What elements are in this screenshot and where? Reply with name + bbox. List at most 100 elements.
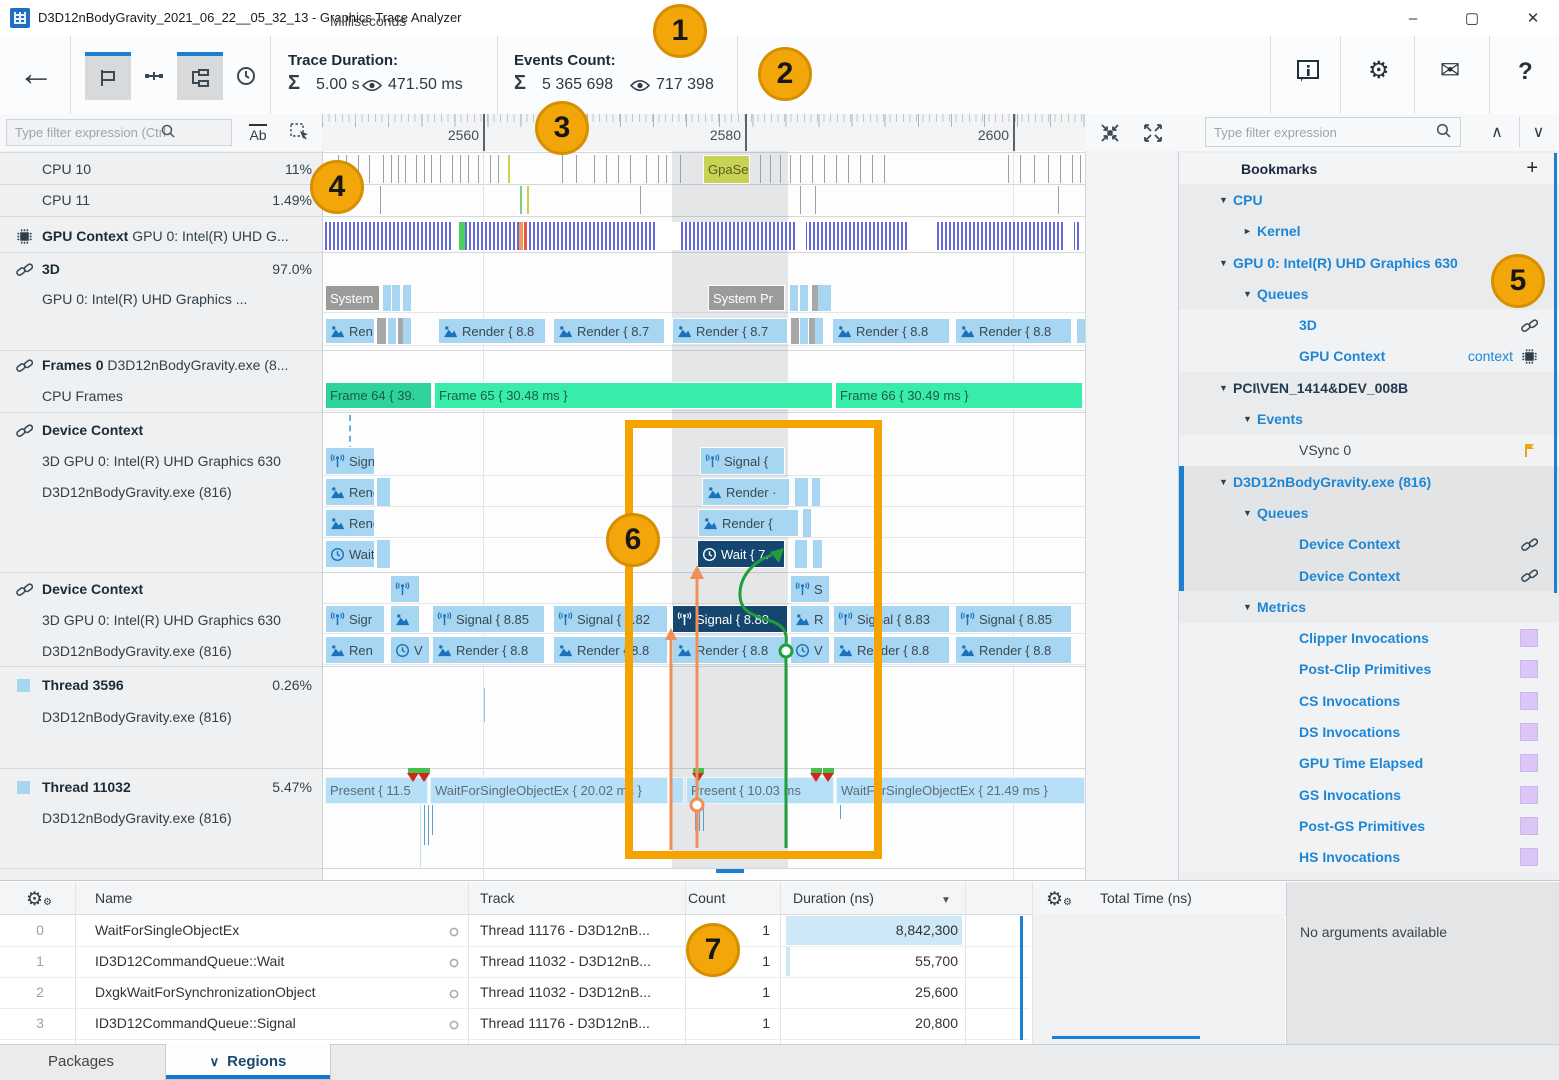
left-filter-input[interactable]: Type filter expression (Ctrl	[6, 119, 232, 146]
gpu-context-activity[interactable]	[325, 222, 1085, 250]
tab-regions[interactable]: ∨ Regions	[165, 1044, 331, 1080]
track-label-3d-gpu-0-intel-r-uhd-graphics-630[interactable]: 3D GPU 0: Intel(R) UHD Graphics 630	[0, 609, 322, 631]
timeline-event-frame-66-30-49-ms[interactable]: Frame 66 { 30.49 ms }	[835, 382, 1083, 409]
sidebar-item-pci-ven-1414-dev-008b[interactable]: ▼PCI\VEN_1414&DEV_008B	[1179, 372, 1559, 403]
timeline-event[interactable]	[815, 318, 823, 344]
timeline-event[interactable]	[377, 318, 386, 344]
timeline-event-v[interactable]: V	[390, 636, 430, 664]
table-row-waitforsingleobjectex[interactable]: 0WaitForSingleObjectExThread 11176 - D3D…	[0, 915, 1030, 947]
timeline-event-s[interactable]: S	[790, 575, 830, 603]
sidebar-item-post-clip-primitives[interactable]: Post-Clip Primitives	[1179, 654, 1559, 685]
sidebar-item-device-context[interactable]: Device Context	[1179, 560, 1559, 591]
timeline-event-sign[interactable]: Sign	[325, 447, 375, 475]
chevron-down-icon[interactable]: ▼	[1219, 477, 1233, 487]
timeline-event[interactable]	[795, 478, 808, 506]
minimize-button[interactable]: –	[1398, 8, 1428, 30]
maximize-button[interactable]: ▢	[1457, 8, 1487, 30]
timeline-event-render-8-7[interactable]: Render { 8.7	[672, 318, 788, 344]
timeline-event-signal[interactable]: Signal {	[700, 447, 785, 475]
prev-match-button[interactable]: ∧	[1478, 117, 1516, 147]
context-link[interactable]: context	[1468, 348, 1513, 364]
timeline-event-r[interactable]: R	[790, 605, 830, 633]
track-label-device-context[interactable]: Device Context	[0, 578, 322, 600]
timeline-event-render[interactable]: Render {	[698, 509, 799, 537]
close-button[interactable]: ✕	[1518, 8, 1548, 30]
track-label-frames-0[interactable]: Frames 0 D3D12nBodyGravity.exe (8...	[0, 354, 322, 376]
sidebar-item-metrics[interactable]: ▼Metrics	[1179, 591, 1559, 622]
sidebar-item-kernel[interactable]: ►Kernel	[1179, 216, 1559, 247]
track-label-cpu-frames[interactable]: CPU Frames	[0, 385, 322, 407]
timeline-event[interactable]	[388, 318, 396, 344]
track-label-3d-gpu-0-intel-r-uhd-graphics-630[interactable]: 3D GPU 0: Intel(R) UHD Graphics 630	[0, 450, 322, 472]
sidebar-item-events[interactable]: ▼Events	[1179, 403, 1559, 434]
match-case-button[interactable]: Ab	[240, 118, 276, 148]
visibility-icon[interactable]	[448, 925, 460, 941]
track-label-device-context[interactable]: Device Context	[0, 419, 322, 441]
chevron-down-icon[interactable]: ▼	[1243, 289, 1257, 299]
table-scrollbar[interactable]	[1020, 916, 1023, 1040]
track-label-thread-3596[interactable]: Thread 35960.26%	[0, 674, 322, 696]
sidebar-item-vsync-0[interactable]: VSync 0	[1179, 435, 1559, 466]
link-icon[interactable]	[1521, 567, 1538, 584]
view-markers-button[interactable]	[85, 52, 131, 100]
track-label-d3d12nbodygravity-exe-816-[interactable]: D3D12nBodyGravity.exe (816)	[0, 807, 322, 829]
timeline-event-ren[interactable]: Ren	[325, 636, 385, 664]
timeline-event[interactable]	[790, 285, 798, 311]
zoom-fit-button[interactable]	[1090, 117, 1130, 148]
region-select-button[interactable]	[282, 118, 318, 148]
chevron-down-icon[interactable]: ▼	[1219, 258, 1233, 268]
visibility-icon[interactable]	[448, 956, 460, 972]
timeline-event[interactable]	[403, 318, 411, 344]
timeline-event[interactable]	[813, 540, 822, 568]
timeline-event[interactable]	[795, 540, 807, 568]
sidebar-item-ds-invocations[interactable]: DS Invocations	[1179, 716, 1559, 747]
col-name[interactable]: Name	[95, 890, 132, 906]
track-label-3d[interactable]: 3D97.0%	[0, 258, 322, 280]
timeline-event[interactable]	[791, 318, 799, 344]
feedback-mail-icon[interactable]: ✉	[1440, 56, 1460, 85]
timeline-event-signal-8-82[interactable]: Signal { 8.82	[553, 605, 668, 633]
track-label-thread-11032[interactable]: Thread 110325.47%	[0, 776, 322, 798]
timeline-event-ren[interactable]: Ren	[325, 318, 375, 344]
timeline-event-renc[interactable]: Renc	[325, 478, 375, 506]
timeline-event[interactable]	[390, 605, 420, 633]
timeline-event-frame-64-39[interactable]: Frame 64 { 39.	[325, 382, 432, 409]
table-row-id3d12commandqueue-signal[interactable]: 3ID3D12CommandQueue::SignalThread 11176 …	[0, 1008, 1030, 1040]
timeline-event[interactable]	[377, 540, 390, 568]
timeline-event-render[interactable]: Render ·	[702, 478, 790, 506]
sidebar-item-cpu[interactable]: ▼CPU	[1179, 184, 1559, 215]
timeline-event-renc[interactable]: Renc	[325, 509, 375, 537]
col-duration[interactable]: Duration (ns)	[793, 890, 874, 906]
chevron-down-icon[interactable]: ▼	[1243, 414, 1257, 424]
sidebar-item-hs-invocations[interactable]: HS Invocations	[1179, 842, 1559, 873]
settings-gear-icon[interactable]: ⚙	[1368, 56, 1390, 85]
timeline-ruler[interactable]: 256025802600	[322, 114, 1085, 151]
timeline-event[interactable]	[812, 478, 820, 506]
timeline-event-render-8-8[interactable]: Render { 8.8	[553, 636, 668, 664]
sidebar-item-post-gs-primitives[interactable]: Post-GS Primitives	[1179, 810, 1559, 841]
timeline-event[interactable]	[377, 478, 390, 506]
total-gear-icon[interactable]: ⚙⚙	[1046, 888, 1072, 911]
timeline-event-frame-65-30-48-ms[interactable]: Frame 65 { 30.48 ms }	[434, 382, 833, 409]
timeline-event[interactable]	[1076, 318, 1085, 344]
timeline-event-signal-8-85[interactable]: Signal { 8.85	[955, 605, 1072, 633]
timeline-event-render-8-8[interactable]: Render { 8.8	[832, 318, 950, 344]
timeline-event[interactable]	[823, 285, 831, 311]
track-label-cpu-10[interactable]: CPU 1011%	[0, 158, 322, 180]
view-connections-button[interactable]	[131, 52, 177, 100]
timeline-event-render-8-8[interactable]: Render { 8.8	[955, 636, 1072, 664]
sidebar-item-queues[interactable]: ▼Queues	[1179, 497, 1559, 528]
chevron-down-icon[interactable]: ▼	[1219, 195, 1233, 205]
col-total-time[interactable]: Total Time (ns)	[1100, 890, 1192, 906]
sort-desc-icon[interactable]: ▼	[941, 895, 951, 906]
visibility-icon[interactable]	[448, 987, 460, 1003]
timeline-event[interactable]	[800, 318, 808, 344]
track-label-d3d12nbodygravity-exe-816-[interactable]: D3D12nBodyGravity.exe (816)	[0, 706, 322, 728]
tab-packages[interactable]: Packages	[48, 1053, 114, 1070]
timeline-event[interactable]	[800, 285, 808, 311]
timeline-event-signal-8-83[interactable]: Signal { 8.83	[833, 605, 950, 633]
timeline-event-render-8-8[interactable]: Render { 8.8	[833, 636, 950, 664]
timeline-event-system[interactable]: System	[325, 285, 380, 311]
timeline-event-render-8-8[interactable]: Render { 8.8	[672, 636, 788, 664]
sidebar-item-queues[interactable]: ▼Queues	[1179, 278, 1559, 309]
